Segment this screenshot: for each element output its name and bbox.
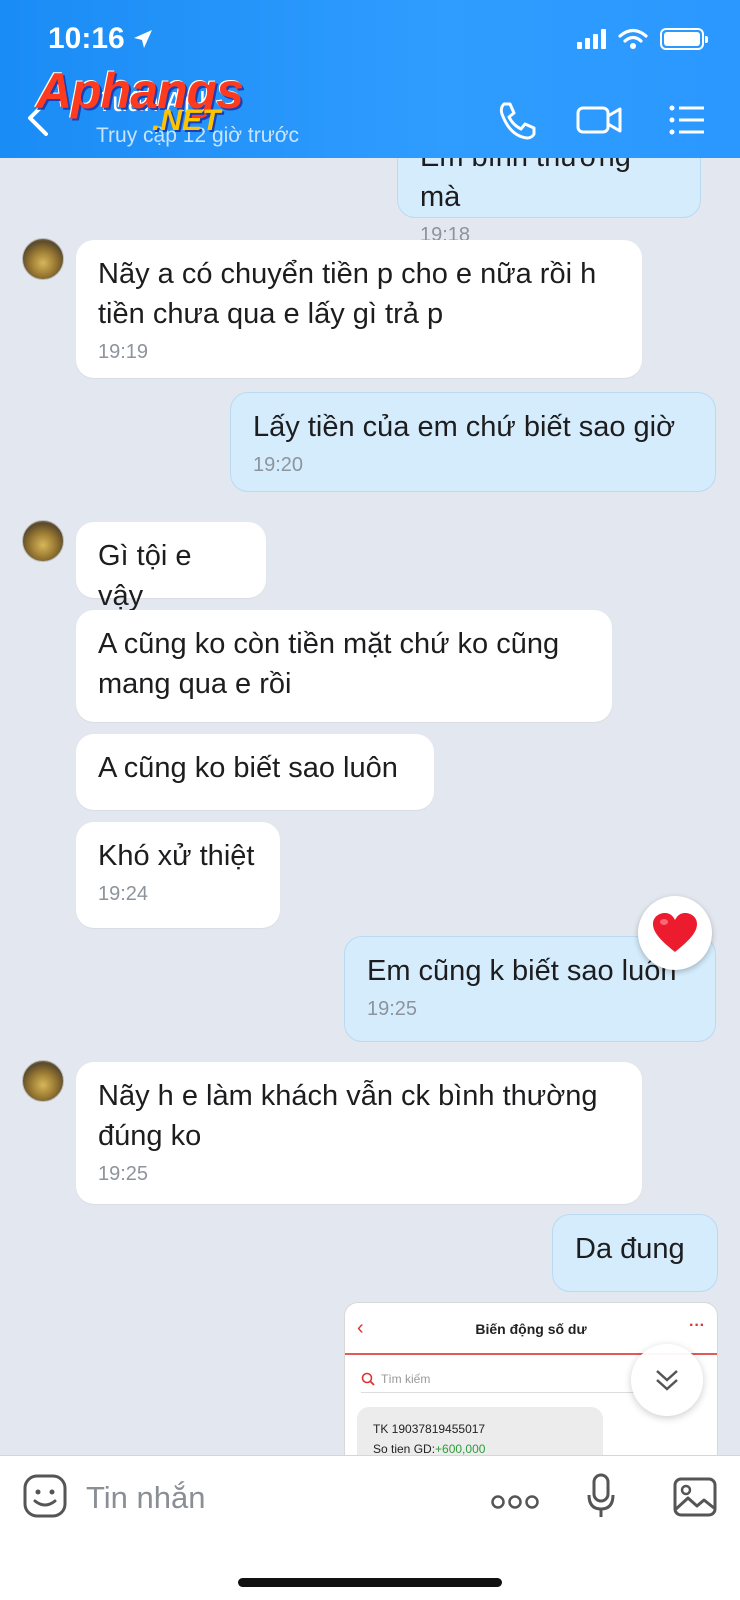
- chat-thread[interactable]: Em bình thường mà 19:18 Nãy a có chuyển …: [0, 0, 740, 1455]
- video-call-icon[interactable]: [574, 96, 624, 144]
- scroll-to-bottom-button[interactable]: [631, 1344, 703, 1416]
- card-search-placeholder: Tìm kiếm: [381, 1371, 431, 1386]
- double-chevron-down-icon: [656, 1370, 678, 1391]
- sticker-emoji-icon[interactable]: [22, 1473, 68, 1519]
- wifi-icon: [618, 28, 648, 49]
- card-search: Tìm kiếm: [361, 1365, 651, 1393]
- message-outgoing[interactable]: Lấy tiền của em chứ biết sao giờ 19:20: [230, 392, 716, 492]
- message-text: A cũng ko biết sao luôn: [98, 752, 398, 784]
- message-text: Lấy tiền của em chứ biết sao giờ: [253, 411, 676, 443]
- message-time: 19:25: [367, 998, 418, 1020]
- status-time: 10:16: [48, 22, 125, 55]
- card-title: Biến động số dư: [475, 1321, 587, 1337]
- amount-value: +600,000: [435, 1442, 486, 1455]
- message-incoming[interactable]: Nãy a có chuyển tiền p cho e nữa rồi h t…: [76, 240, 642, 378]
- heart-reaction-icon[interactable]: [638, 896, 712, 970]
- menu-list-icon[interactable]: [664, 96, 714, 144]
- message-text: Gì tội e vậy: [98, 540, 192, 612]
- message-time: 19:24: [98, 883, 149, 905]
- watermark-logo-suffix: .NET: [152, 104, 221, 137]
- image-gallery-icon[interactable]: [672, 1476, 718, 1518]
- message-incoming[interactable]: A cũng ko biết sao luôn: [76, 734, 434, 810]
- message-outgoing[interactable]: Da đung: [552, 1214, 718, 1292]
- location-arrow-icon: [134, 30, 152, 48]
- message-text-line: mang qua e rồi: [98, 668, 292, 700]
- message-time: 19:25: [98, 1163, 149, 1185]
- status-icons: [577, 28, 708, 50]
- message-text-line: Nãy a có chuyển tiền p cho e nữa rồi h: [98, 258, 597, 290]
- message-incoming[interactable]: Khó xử thiệt 19:24: [76, 822, 280, 928]
- message-text-line: Nãy h e làm khách vẫn ck bình thường: [98, 1080, 598, 1112]
- message-text: Khó xử thiệt: [98, 840, 255, 872]
- chat-header: 10:16 Tuấn Anh Truy cập 12 giờ trước Aph…: [0, 0, 740, 158]
- amount-label: So tien GD:: [373, 1442, 436, 1455]
- message-time: 19:20: [253, 454, 304, 476]
- more-dots-icon: ···: [689, 1317, 705, 1334]
- avatar[interactable]: [22, 1060, 64, 1102]
- message-text-line: A cũng ko còn tiền mặt chứ ko cũng: [98, 628, 560, 660]
- signal-icon: [577, 29, 606, 49]
- message-incoming[interactable]: Nãy h e làm khách vẫn ck bình thường đún…: [76, 1062, 642, 1204]
- message-text-line: đúng ko: [98, 1120, 202, 1152]
- home-indicator: [238, 1578, 502, 1587]
- phone-call-icon[interactable]: [492, 96, 542, 144]
- message-time: 19:19: [98, 341, 149, 363]
- battery-icon: [660, 28, 708, 50]
- message-text-line: tiền chưa qua e lấy gì trả p: [98, 298, 444, 330]
- message-input-bar: Tin nhắn: [0, 1455, 740, 1600]
- message-incoming[interactable]: A cũng ko còn tiền mặt chứ ko cũng mang …: [76, 610, 612, 722]
- avatar[interactable]: [22, 238, 64, 280]
- search-icon: [361, 1372, 375, 1386]
- transaction-item: TK 19037819455017 So tien GD:+600,000: [357, 1407, 603, 1455]
- message-text: Da đung: [575, 1233, 685, 1265]
- microphone-icon[interactable]: [586, 1473, 616, 1521]
- account-line: TK 19037819455017: [373, 1422, 486, 1436]
- more-options-icon[interactable]: [490, 1492, 540, 1512]
- message-input[interactable]: Tin nhắn: [86, 1480, 206, 1516]
- avatar[interactable]: [22, 520, 64, 562]
- message-incoming[interactable]: Gì tội e vậy: [76, 522, 266, 612]
